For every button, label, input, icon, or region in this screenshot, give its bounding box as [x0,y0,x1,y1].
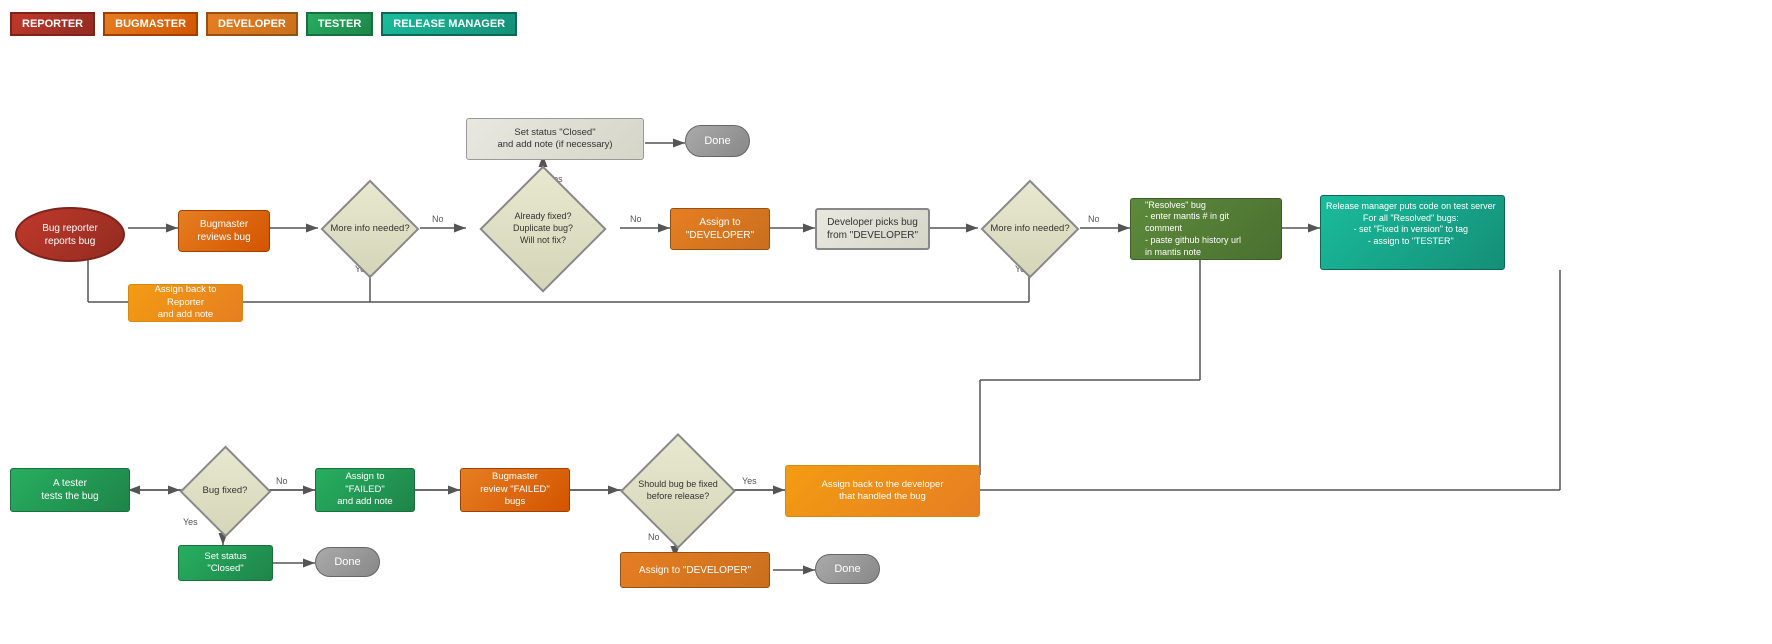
svg-text:No: No [276,476,288,486]
node-more-info-1: More info needed? [318,200,422,258]
legend-bugmaster: BUGMASTER [103,12,198,36]
node-already-fixed: Already fixed?Duplicate bug?Will not fix… [466,193,620,265]
node-done-bottom-left: Done [315,547,380,577]
svg-text:No: No [630,214,642,224]
node-done-top: Done [685,125,750,157]
node-bugmaster-reviews: Bugmaster reviews bug [178,210,270,252]
node-should-fix: Should bug be fixedbefore release? [618,455,738,527]
node-tester-tests: A tester tests the bug [10,468,130,512]
svg-text:No: No [1088,214,1100,224]
diagram-container: REPORTER BUGMASTER DEVELOPER TESTER RELE… [0,0,1772,644]
node-set-closed-bottom: Set status "Closed" [178,545,273,581]
legend-developer: DEVELOPER [206,12,298,36]
node-assign-failed: Assign to "FAILED" and add note [315,468,415,512]
svg-text:No: No [432,214,444,224]
node-resolves-bug: "Resolves" bug - enter mantis # in git c… [1130,198,1282,260]
node-bug-fixed: Bug fixed? [178,463,272,519]
svg-text:No: No [648,532,660,542]
node-assign-developer-bottom: Assign to "DEVELOPER" [620,552,770,588]
legend-release: RELEASE MANAGER [381,12,517,36]
node-done-bottom-right: Done [815,554,880,584]
node-assign-developer: Assign to "DEVELOPER" [670,208,770,250]
node-developer-picks: Developer picks bug from "DEVELOPER" [815,208,930,250]
legend-tester: TESTER [306,12,373,36]
svg-text:Yes: Yes [742,476,757,486]
node-bugmaster-failed: Bugmaster review "FAILED" bugs [460,468,570,512]
legend-reporter: REPORTER [10,12,95,36]
node-bug-reporter: Bug reporter reports bug [15,207,125,262]
node-set-closed-top: Set status "Closed" and add note (if nec… [466,118,644,160]
node-assign-reporter: Assign back to Reporter and add note [128,284,243,322]
node-more-info-2: More info needed? [978,200,1082,258]
legend: REPORTER BUGMASTER DEVELOPER TESTER RELE… [10,12,517,36]
node-release-manager: Release manager puts code on test server… [1320,195,1505,270]
node-assign-back-dev: Assign back to the developer that handle… [785,465,980,517]
